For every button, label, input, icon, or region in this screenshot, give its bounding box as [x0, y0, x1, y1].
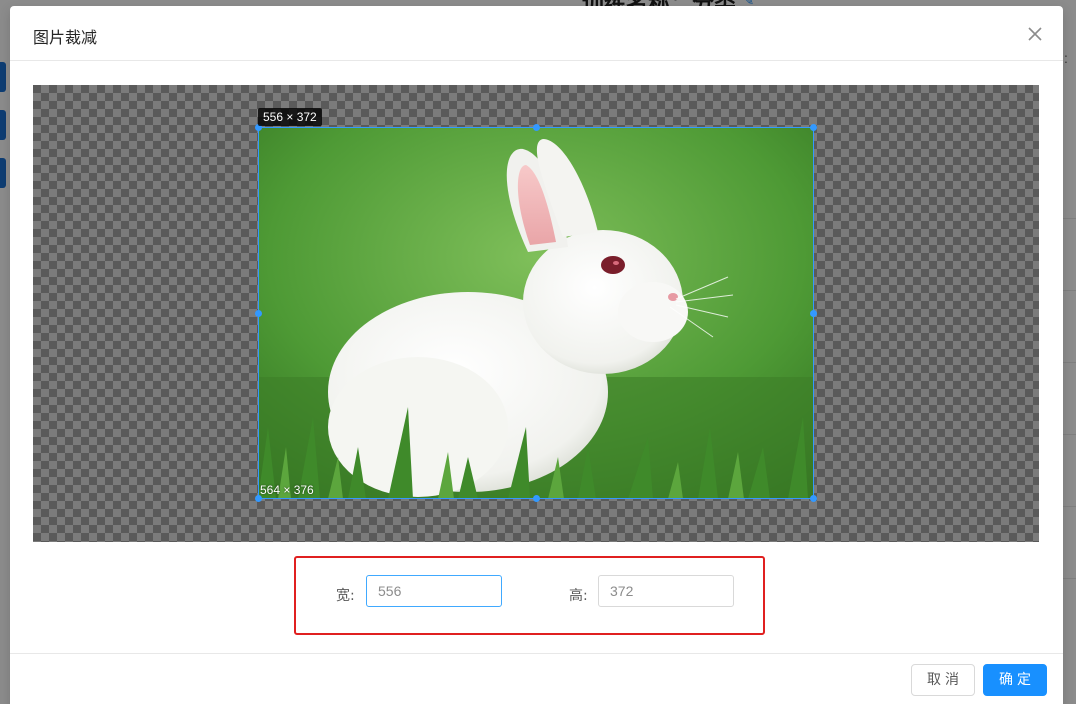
- height-input[interactable]: [598, 575, 734, 607]
- height-label: 高:: [569, 588, 588, 604]
- crop-size-form: 宽: 高:: [294, 556, 765, 635]
- width-input[interactable]: [366, 575, 502, 607]
- image-size-label: 564 × 376: [260, 483, 314, 497]
- resize-handle-e[interactable]: [810, 310, 817, 317]
- resize-handle-se[interactable]: [810, 495, 817, 502]
- resize-handle-s[interactable]: [533, 495, 540, 502]
- crop-canvas[interactable]: 556 × 372 564 × 376: [33, 85, 1039, 542]
- crop-selection[interactable]: [258, 127, 814, 499]
- dialog-title: 图片裁减: [33, 28, 98, 47]
- resize-handle-ne[interactable]: [810, 124, 817, 131]
- resize-handle-n[interactable]: [533, 124, 540, 131]
- dialog-footer: 取消 确定: [10, 653, 1063, 704]
- crop-dialog: 图片裁减 556 × 372 564 × 376 宽: 556 高: 372 取…: [10, 6, 1063, 704]
- width-label: 宽:: [336, 588, 355, 604]
- cancel-button[interactable]: 取消: [911, 664, 975, 696]
- confirm-button[interactable]: 确定: [983, 664, 1047, 696]
- resize-handle-w[interactable]: [255, 310, 262, 317]
- crop-size-label: 556 × 372: [258, 108, 322, 126]
- close-icon[interactable]: [1025, 24, 1045, 44]
- dialog-header: 图片裁减: [10, 6, 1063, 61]
